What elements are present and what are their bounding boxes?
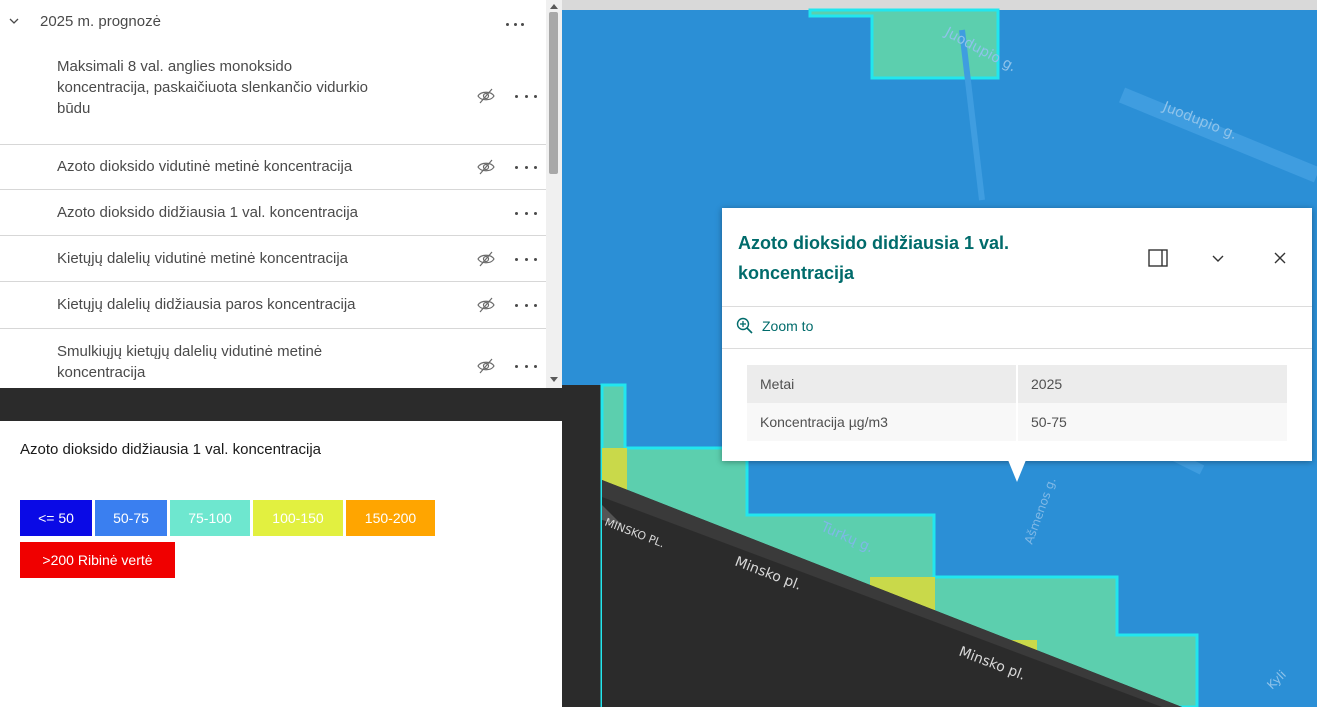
popup-divider [722, 306, 1312, 307]
layer-item-label: Maksimali 8 val. anglies monoksido konce… [57, 58, 369, 117]
layer-item-label: Kietųjų dalelių vidutinė metinė koncentr… [57, 250, 349, 267]
dock-panel-icon[interactable] [1146, 246, 1170, 270]
more-options-icon[interactable] [515, 302, 537, 308]
layer-list-scrollbar[interactable] [546, 0, 562, 388]
attribute-key: Koncentracija µg/m3 [747, 403, 1018, 441]
legend-class-50-75: 50-75 [95, 500, 167, 536]
legend-panel: Azoto dioksido didžiausia 1 val. koncent… [0, 421, 562, 707]
chevron-down-icon[interactable] [1206, 246, 1230, 270]
close-icon[interactable] [1268, 246, 1292, 270]
visibility-off-icon[interactable] [476, 88, 496, 104]
chevron-down-icon[interactable] [8, 15, 20, 27]
layer-item-label: Smulkiųjų kietųjų dalelių vidutinė metin… [57, 343, 323, 381]
zoom-to-label: Zoom to [762, 318, 814, 334]
layer-item[interactable]: Smulkiųjų kietųjų dalelių vidutinė metin… [0, 328, 546, 388]
scrollbar-thumb[interactable] [549, 12, 558, 174]
visibility-off-icon[interactable] [476, 358, 496, 374]
table-row: Metai 2025 [747, 365, 1287, 403]
legend-class-lte50: <= 50 [20, 500, 92, 536]
more-options-icon[interactable] [515, 164, 537, 170]
layer-item-label: Azoto dioksido vidutinė metinė koncentra… [57, 158, 353, 175]
legend-class-150-200: 150-200 [346, 500, 435, 536]
layer-item[interactable]: Kietųjų dalelių didžiausia paros koncent… [0, 281, 546, 328]
layer-item[interactable]: Azoto dioksido didžiausia 1 val. koncent… [0, 189, 546, 235]
attribute-table: Metai 2025 Koncentracija µg/m3 50-75 [747, 365, 1287, 441]
layer-item[interactable]: Maksimali 8 val. anglies monoksido konce… [0, 48, 546, 144]
zoom-in-icon [736, 317, 753, 334]
scroll-up-icon[interactable] [550, 4, 558, 9]
map-concentration-50-75-left [562, 10, 602, 385]
legend-title: Azoto dioksido didžiausia 1 val. koncent… [20, 441, 322, 458]
more-options-icon[interactable] [515, 363, 537, 369]
layer-group-2025[interactable]: 2025 m. prognozė [0, 0, 546, 48]
layer-list-panel: 2025 m. prognozė Maksimali 8 val. anglie… [0, 0, 562, 388]
layer-item[interactable]: Kietųjų dalelių vidutinė metinė koncentr… [0, 235, 546, 281]
legend-class-gt200: >200 Ribinė vertė [20, 542, 175, 578]
table-row: Koncentracija µg/m3 50-75 [747, 403, 1287, 441]
attribute-key: Metai [747, 365, 1018, 403]
popup-title: Azoto dioksido didžiausia 1 val. koncent… [738, 233, 1010, 283]
visibility-off-icon[interactable] [476, 251, 496, 267]
layer-group-title: 2025 m. prognozė [40, 13, 161, 30]
attribute-value: 50-75 [1017, 403, 1287, 441]
attribute-value: 2025 [1017, 365, 1287, 403]
zoom-to-button[interactable]: Zoom to [736, 317, 813, 335]
layer-item-label: Azoto dioksido didžiausia 1 val. koncent… [57, 204, 359, 221]
popup-divider [722, 348, 1312, 349]
visibility-off-icon[interactable] [476, 297, 496, 313]
popup-pointer [1008, 460, 1026, 482]
legend-class-75-100: 75-100 [170, 500, 250, 536]
visibility-off-icon[interactable] [476, 159, 496, 175]
more-options-icon[interactable] [515, 256, 537, 262]
legend-class-100-150: 100-150 [253, 500, 343, 536]
layer-item-label: Kietųjų dalelių didžiausia paros koncent… [57, 296, 356, 313]
more-options-icon[interactable] [502, 17, 528, 31]
layer-item[interactable]: Azoto dioksido vidutinė metinė koncentra… [0, 144, 546, 189]
more-options-icon[interactable] [515, 210, 537, 216]
more-options-icon[interactable] [515, 93, 537, 99]
feature-popup: Azoto dioksido didžiausia 1 val. koncent… [722, 208, 1312, 461]
scroll-down-icon[interactable] [550, 377, 558, 382]
